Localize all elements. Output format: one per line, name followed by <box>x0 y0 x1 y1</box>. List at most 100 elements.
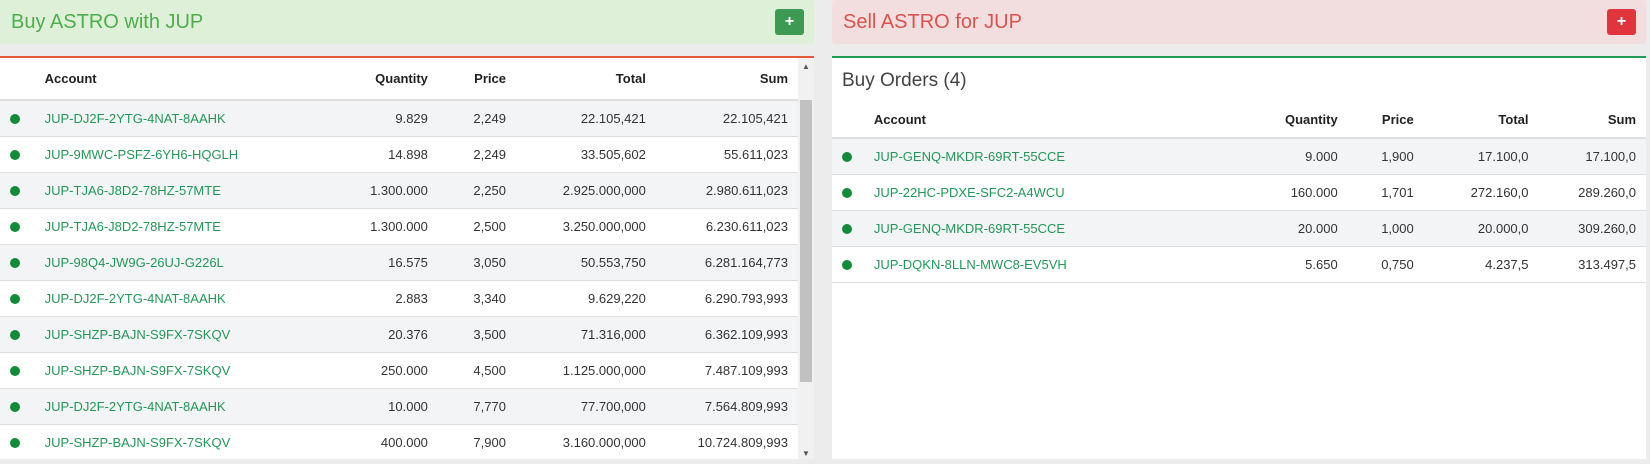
status-column-header <box>0 58 45 101</box>
account-cell[interactable]: JUP-SHZP-BAJN-S9FX-7SKQV <box>44 316 329 353</box>
status-dot-icon <box>10 402 20 413</box>
table-row[interactable]: JUP-22HC-PDXE-SFC2-A4WCU 160.000 1,701 272.… <box>832 174 1646 211</box>
status-dot-icon <box>10 330 20 341</box>
account-cell[interactable]: JUP-DJ2F-2YTG-4NAT-8AAHK <box>44 100 329 137</box>
account-cell[interactable]: JUP-DJ2F-2YTG-4NAT-8AAHK <box>44 388 329 425</box>
account-cell[interactable]: JUP-SHZP-BAJN-S9FX-7SKQV <box>44 424 329 459</box>
status-dot-cell <box>832 246 874 283</box>
sell-add-button[interactable]: + <box>1607 9 1636 35</box>
table-row[interactable]: JUP-SHZP-BAJN-S9FX-7SKQV 250.000 4,500 1.12… <box>0 352 798 389</box>
buy-orders-title: Buy Orders (4) <box>842 70 967 91</box>
table-row[interactable]: JUP-GENQ-MKDR-69RT-55CCE 9.000 1,900 17.100… <box>832 138 1646 175</box>
total-cell: 77.700,000 <box>507 388 648 425</box>
total-column-header[interactable]: Total <box>1415 102 1531 139</box>
total-cell: 3.250.000,000 <box>507 208 648 245</box>
account-cell[interactable]: JUP-GENQ-MKDR-69RT-55CCE <box>873 210 1226 247</box>
account-column-header[interactable]: Account <box>44 58 329 101</box>
account-cell[interactable]: JUP-DJ2F-2YTG-4NAT-8AAHK <box>44 280 329 317</box>
status-column-header <box>832 102 874 139</box>
table-row[interactable]: JUP-TJA6-J8D2-78HZ-57MTE 1.300.000 2,250 2.… <box>0 172 798 209</box>
sum-cell: 7.564.809,993 <box>647 388 798 425</box>
price-cell: 2,250 <box>429 172 508 209</box>
total-cell: 9.629,220 <box>507 280 648 317</box>
price-cell: 1,900 <box>1339 138 1416 175</box>
table-row[interactable]: JUP-SHZP-BAJN-S9FX-7SKQV 20.376 3,500 71.31… <box>0 316 798 353</box>
quantity-cell: 16.575 <box>328 244 430 281</box>
table-row[interactable]: JUP-SHZP-BAJN-S9FX-7SKQV 400.000 7,900 3.16… <box>0 424 798 459</box>
account-cell[interactable]: JUP-98Q4-JW9G-26UJ-G226L <box>44 244 329 281</box>
vertical-scrollbar[interactable]: ▲ ▼ <box>798 58 814 459</box>
table-row[interactable]: JUP-DJ2F-2YTG-4NAT-8AAHK 2.883 3,340 9.629,… <box>0 280 798 317</box>
price-cell: 1,000 <box>1339 210 1416 247</box>
table-row[interactable]: JUP-DQKN-8LLN-MWC8-EV5VH 5.650 0,750 4.237,… <box>832 246 1646 283</box>
buy-add-button[interactable]: + <box>775 9 804 35</box>
sum-cell: 6.290.793,993 <box>647 280 798 317</box>
scroll-down-arrow-icon[interactable]: ▼ <box>798 445 814 459</box>
status-dot-icon <box>10 186 20 197</box>
account-cell[interactable]: JUP-DQKN-8LLN-MWC8-EV5VH <box>873 246 1226 283</box>
account-cell[interactable]: JUP-SHZP-BAJN-S9FX-7SKQV <box>44 352 329 389</box>
status-dot-icon <box>842 152 852 163</box>
sum-cell: 55.611,023 <box>647 136 798 173</box>
sum-cell: 313.497,5 <box>1530 246 1646 283</box>
price-cell: 3,500 <box>429 316 508 353</box>
table-row[interactable]: JUP-TJA6-J8D2-78HZ-57MTE 1.300.000 2,500 3.… <box>0 208 798 245</box>
account-cell[interactable]: JUP-TJA6-J8D2-78HZ-57MTE <box>44 172 329 209</box>
total-cell: 3.160.000,000 <box>507 424 648 459</box>
price-column-header[interactable]: Price <box>1339 102 1416 139</box>
status-dot-icon <box>842 260 852 271</box>
table-row[interactable]: JUP-DJ2F-2YTG-4NAT-8AAHK 9.829 2,249 22.105… <box>0 100 798 137</box>
quantity-cell: 14.898 <box>328 136 430 173</box>
account-cell[interactable]: JUP-GENQ-MKDR-69RT-55CCE <box>873 138 1226 175</box>
sum-cell: 309.260,0 <box>1530 210 1646 247</box>
sum-cell: 6.230.611,023 <box>647 208 798 245</box>
total-cell: 22.105,421 <box>507 100 648 137</box>
status-dot-icon <box>842 224 852 235</box>
status-dot-cell <box>832 174 874 211</box>
quantity-cell: 160.000 <box>1225 174 1340 211</box>
table-row[interactable]: JUP-GENQ-MKDR-69RT-55CCE 20.000 1,000 20.00… <box>832 210 1646 247</box>
status-dot-cell <box>0 136 45 173</box>
sum-column-header[interactable]: Sum <box>647 58 798 101</box>
status-dot-cell <box>0 388 45 425</box>
total-cell: 71.316,000 <box>507 316 648 353</box>
account-column-header[interactable]: Account <box>873 102 1226 139</box>
sum-cell: 10.724.809,993 <box>647 424 798 459</box>
plus-icon: + <box>784 13 795 30</box>
quantity-cell: 20.376 <box>328 316 430 353</box>
account-cell[interactable]: JUP-9MWC-PSFZ-6YH6-HQGLH <box>44 136 329 173</box>
table-row[interactable]: JUP-DJ2F-2YTG-4NAT-8AAHK 10.000 7,770 77.70… <box>0 388 798 425</box>
quantity-cell: 1.300.000 <box>328 172 430 209</box>
status-dot-icon <box>842 188 852 199</box>
scroll-up-arrow-icon[interactable]: ▲ <box>798 58 814 74</box>
quantity-column-header[interactable]: Quantity <box>328 58 430 101</box>
price-cell: 3,050 <box>429 244 508 281</box>
total-cell: 4.237,5 <box>1415 246 1531 283</box>
price-cell: 1,701 <box>1339 174 1416 211</box>
total-cell: 2.925.000,000 <box>507 172 648 209</box>
quantity-cell: 20.000 <box>1225 210 1340 247</box>
total-cell: 272.160,0 <box>1415 174 1531 211</box>
status-dot-cell <box>832 210 874 247</box>
price-column-header[interactable]: Price <box>429 58 508 101</box>
table-row[interactable]: JUP-98Q4-JW9G-26UJ-G226L 16.575 3,050 50.55… <box>0 244 798 281</box>
total-column-header[interactable]: Total <box>507 58 648 101</box>
sum-cell: 22.105,421 <box>647 100 798 137</box>
total-cell: 20.000,0 <box>1415 210 1531 247</box>
quantity-cell: 1.300.000 <box>328 208 430 245</box>
buy-column: Buy ASTRO with JUP + Account Quantity Pr… <box>0 0 814 459</box>
scrollbar-thumb[interactable] <box>800 100 812 382</box>
price-cell: 4,500 <box>429 352 508 389</box>
quantity-column-header[interactable]: Quantity <box>1225 102 1340 139</box>
status-dot-cell <box>0 172 45 209</box>
table-header-row: Account Quantity Price Total Sum <box>832 102 1646 139</box>
sum-cell: 2.980.611,023 <box>647 172 798 209</box>
account-cell[interactable]: JUP-22HC-PDXE-SFC2-A4WCU <box>873 174 1226 211</box>
sell-header-title: Sell ASTRO for JUP <box>843 10 1022 33</box>
status-dot-icon <box>10 366 20 377</box>
buy-header-title: Buy ASTRO with JUP <box>11 10 204 33</box>
status-dot-icon <box>10 114 20 125</box>
table-row[interactable]: JUP-9MWC-PSFZ-6YH6-HQGLH 14.898 2,249 33.50… <box>0 136 798 173</box>
sum-column-header[interactable]: Sum <box>1530 102 1646 139</box>
account-cell[interactable]: JUP-TJA6-J8D2-78HZ-57MTE <box>44 208 329 245</box>
